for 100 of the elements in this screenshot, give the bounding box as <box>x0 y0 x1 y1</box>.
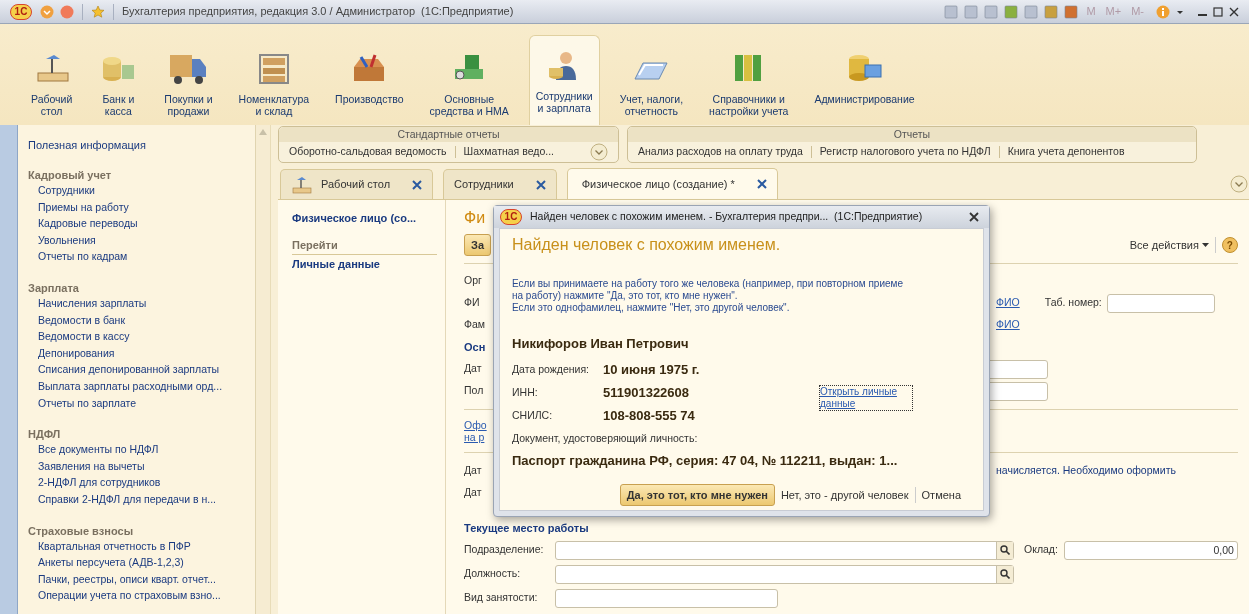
section-heading: Осн <box>464 339 486 355</box>
field-label: Оклад: <box>1024 542 1058 558</box>
sidebar-link[interactable]: Полезная информация <box>28 137 255 153</box>
field-label: Дат <box>464 361 482 377</box>
sidebar-item[interactable]: Начисления зарплаты <box>28 295 255 313</box>
field-label: Вид занятости: <box>464 590 539 606</box>
sidebar-item[interactable]: Анкеты персучета (АДВ-1,2,3) <box>28 555 255 572</box>
navigation-group-title: Перейти <box>292 236 437 255</box>
sidebar-item[interactable]: 2-НДФЛ для сотрудников <box>28 475 255 492</box>
document-value: Паспорт гражданина РФ, серия: 47 04, № 112211, выдан: 1... <box>512 451 899 470</box>
info-icon <box>1156 4 1170 19</box>
sidebar-item[interactable]: Операции учета по страховым взно... <box>28 588 255 605</box>
command-group-title: Стандартные отчеты <box>279 127 618 142</box>
sidebar-item[interactable]: Ведомости в банк <box>28 312 255 330</box>
sidebar-item[interactable]: Ведомости в кассу <box>28 329 255 346</box>
field-label: Должность: <box>464 566 522 582</box>
field-label: Орг <box>464 273 482 289</box>
dialog-heading: Найден человек с похожим именем. <box>512 235 782 255</box>
input-field[interactable]: 0,00 <box>1063 540 1238 560</box>
section-tab[interactable]: Производство <box>329 41 410 125</box>
close-icon <box>412 179 423 190</box>
panel-splitter[interactable] <box>270 125 278 614</box>
tab[interactable]: Сотрудники <box>443 169 557 199</box>
report-link[interactable]: Оборотно-сальдовая ведомость <box>289 144 447 160</box>
select-field[interactable] <box>555 540 1014 560</box>
section-tab[interactable]: Покупки и продажи <box>158 41 219 125</box>
write-button[interactable]: За <box>464 234 491 256</box>
field-label: Фам <box>464 317 486 333</box>
sidebar-group-title: Зарплата <box>28 280 80 296</box>
close-icon <box>756 179 767 189</box>
dialog-button[interactable]: Да, это тот, кто мне нужен <box>619 484 775 506</box>
field-label: Пол <box>464 383 484 399</box>
sidebar-item[interactable]: Выплата зарплаты расходными орд... <box>28 378 255 396</box>
section-tab[interactable]: Сотрудники и зарплата <box>528 35 600 125</box>
fio-link[interactable]: ФИО <box>996 295 1020 311</box>
scroll-up-icon <box>259 129 267 135</box>
field-label: Подразделение: <box>464 542 545 558</box>
sidebar-item[interactable]: Сотрудники <box>28 183 255 200</box>
input-field[interactable] <box>555 588 778 608</box>
field-value: 10 июня 1975 г. <box>603 360 700 379</box>
notice-text: начисляется. Необходимо оформить <box>996 463 1176 479</box>
report-link[interactable]: Регистр налогового учета по НДФЛ <box>819 144 991 160</box>
field-label: Документ, удостоверяющий личность: <box>512 431 699 446</box>
field-label: ФИ <box>464 295 480 311</box>
dialog-button[interactable]: Отмена <box>915 484 967 506</box>
input-field[interactable] <box>1106 293 1215 313</box>
caret-icon <box>40 4 54 19</box>
tab[interactable]: Рабочий стол <box>280 169 434 199</box>
field-label: Дат <box>464 463 482 479</box>
navigation-item[interactable]: Личные данные <box>292 256 437 273</box>
command-group-title: Отчеты <box>628 127 1196 142</box>
sidebar-item[interactable]: Депонирования <box>28 345 255 363</box>
sidebar-item[interactable]: Пачки, реестры, описи кварт. отчет... <box>28 571 255 589</box>
section-heading: Текущее место работы <box>464 520 589 536</box>
sidebar-item[interactable]: Отчеты по зарплате <box>28 395 255 413</box>
all-actions-menu[interactable]: Все действия <box>1129 236 1199 254</box>
sidebar-group-title: Кадровый учет <box>28 168 113 183</box>
tab[interactable]: Физическое лицо (создание) * <box>566 168 778 199</box>
caret-icon <box>1201 242 1209 248</box>
circle-icon <box>60 4 74 19</box>
person-name: Никифоров Иван Петрович <box>512 335 690 352</box>
sidebar-item[interactable]: Кадровые переводы <box>28 216 255 233</box>
report-link[interactable]: Анализ расходов на оплату труда <box>638 144 803 160</box>
link[interactable]: Офо на р <box>464 419 487 443</box>
sidebar-item[interactable]: Списания депонированной зарплаты <box>28 362 255 379</box>
app-logo: 1С <box>10 3 32 20</box>
fio-link[interactable]: ФИО <box>996 317 1020 333</box>
section-tab[interactable]: Банк и касса <box>92 41 145 125</box>
section-tab[interactable]: Рабочий стол <box>25 41 79 125</box>
sidebar-item[interactable]: Увольнения <box>28 232 255 250</box>
maximize-icon <box>1213 6 1223 17</box>
app-logo: 1С <box>500 209 522 225</box>
sidebar-item[interactable]: Справки 2-НДФЛ для передачи в н... <box>28 491 255 509</box>
form-title: Физическое лицо (со... <box>292 211 418 226</box>
open-details-link[interactable]: Открыть личные данные <box>820 385 912 410</box>
close-icon <box>535 179 546 190</box>
dialog-title: Найден человек с похожим именем. - Бухгалтерия предпри... (1С:Предприятие) <box>530 209 923 225</box>
search-icon <box>1000 569 1010 579</box>
field-label: Дат <box>464 485 482 501</box>
select-field[interactable] <box>555 564 1014 584</box>
search-icon <box>1000 545 1010 555</box>
section-tab[interactable]: Номенклатура и склад <box>232 41 316 125</box>
scrollbar[interactable] <box>255 125 270 614</box>
sidebar-item[interactable]: Отчеты по кадрам <box>28 249 255 266</box>
section-tab[interactable]: Администрирование <box>808 41 921 125</box>
sidebar-item[interactable]: Приемы на работу <box>28 199 255 217</box>
form-title: Фи <box>464 208 486 228</box>
field-label: Таб. номер: <box>1044 295 1102 311</box>
section-tab[interactable]: Учет, налоги, отчетность <box>613 41 690 125</box>
help-button[interactable]: ? <box>1221 237 1238 253</box>
report-link[interactable]: Шахматная ведо... <box>463 144 554 160</box>
sidebar-group-title: НДФЛ <box>28 427 62 443</box>
section-tab[interactable]: Основные средства и НМА <box>423 41 515 125</box>
report-link[interactable]: Книга учета депонентов <box>1007 144 1125 160</box>
field-label: ИНН: <box>512 384 539 400</box>
sidebar-item[interactable]: Все документы по НДФЛ <box>28 442 255 459</box>
section-tab[interactable]: Справочники и настройки учета <box>703 41 795 125</box>
sidebar-item[interactable]: Квартальная отчетность в ПФР <box>28 538 255 556</box>
sidebar-item[interactable]: Заявления на вычеты <box>28 458 255 476</box>
dialog-button[interactable]: Нет, это - другой человек <box>774 484 915 506</box>
